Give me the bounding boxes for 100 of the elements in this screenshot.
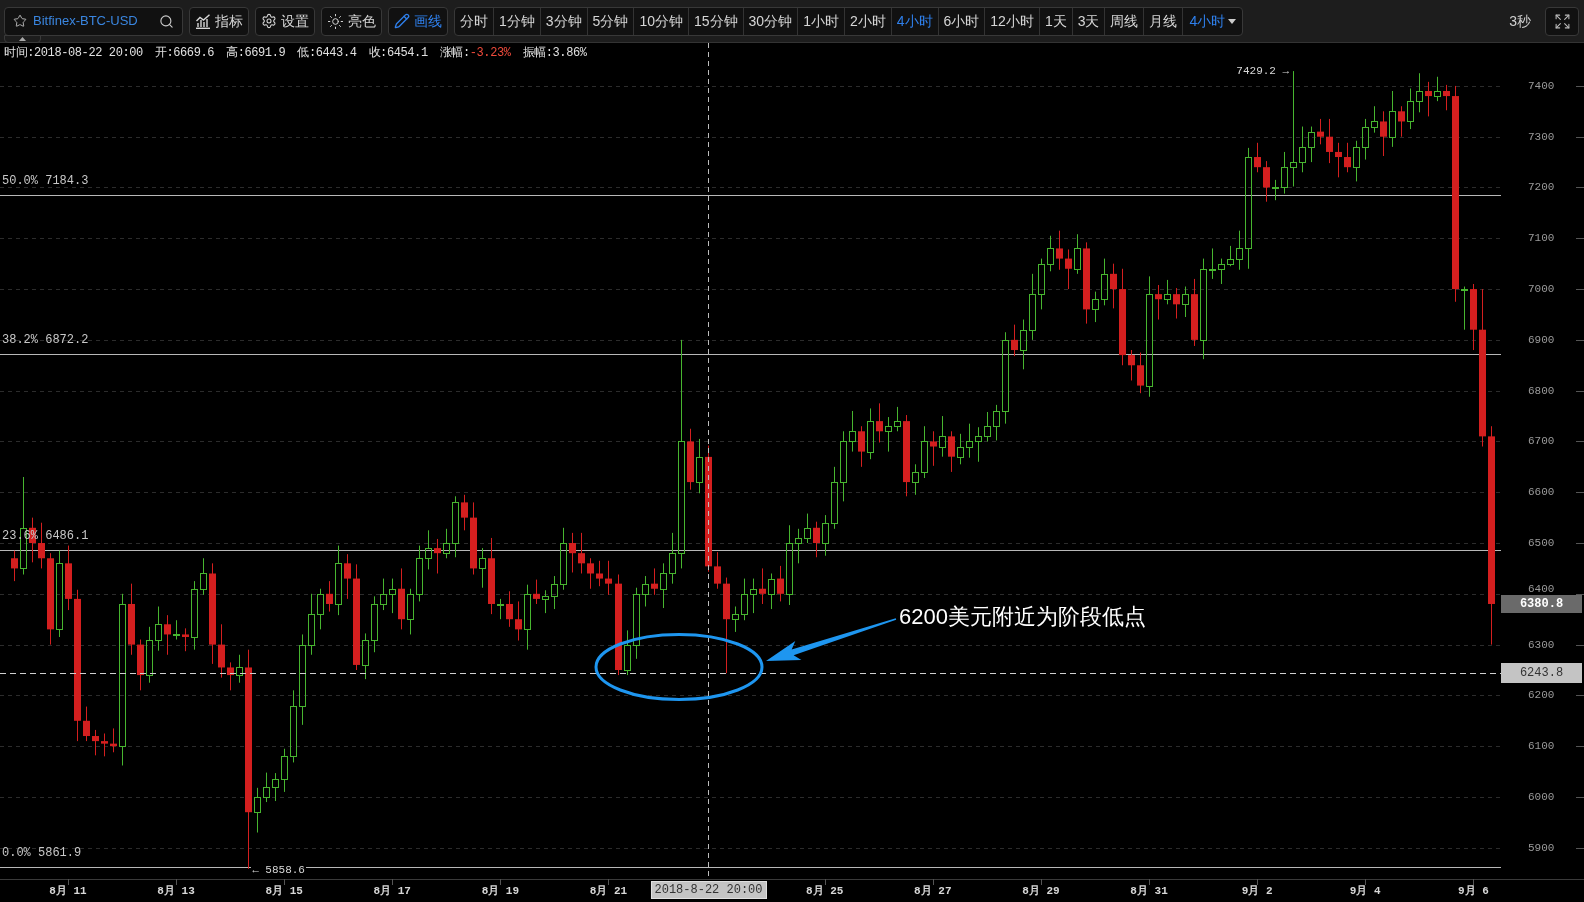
candlestick xyxy=(1011,324,1018,357)
price-axis-label: 6000 xyxy=(1528,790,1555,803)
ohlc-value: 2018-08-22 20:00 xyxy=(34,46,143,60)
period-tab[interactable]: 1分钟 xyxy=(493,7,540,35)
candlestick xyxy=(1200,258,1207,360)
ohlc-value: 3.86% xyxy=(552,46,587,60)
price-axis-label: 6400 xyxy=(1528,582,1555,595)
period-dropdown[interactable]: 4小时 xyxy=(1182,7,1243,35)
period-tab[interactable]: 1小时 xyxy=(797,7,844,35)
candlestick xyxy=(930,430,937,467)
period-tab[interactable]: 5分钟 xyxy=(586,7,634,35)
candlestick xyxy=(1110,263,1117,309)
candlestick xyxy=(146,626,153,684)
expand-icon xyxy=(1553,12,1571,30)
candlestick xyxy=(1065,248,1072,290)
period-tab[interactable]: 4小时 xyxy=(890,7,938,35)
candlestick xyxy=(1074,233,1081,275)
candlestick xyxy=(912,463,919,496)
candlestick xyxy=(227,661,234,691)
date-axis-label: 8月 21 xyxy=(589,884,628,898)
candlestick xyxy=(551,575,558,610)
candlestick xyxy=(1389,90,1396,148)
price-axis-label: 6300 xyxy=(1528,638,1555,651)
candlestick xyxy=(1029,273,1036,341)
candlestick xyxy=(326,580,333,613)
candlestick xyxy=(795,528,802,564)
price-axis-label: 6100 xyxy=(1528,740,1555,753)
caret-down-icon xyxy=(1228,18,1237,24)
candlestick xyxy=(218,623,225,679)
candlestick xyxy=(660,562,667,609)
candlestick xyxy=(1146,275,1153,398)
candlestick xyxy=(308,593,315,656)
period-tab[interactable]: 分时 xyxy=(455,7,493,35)
candlestick xyxy=(506,590,513,628)
price-axis-label: 6600 xyxy=(1528,486,1555,499)
period-tab[interactable]: 月线 xyxy=(1143,7,1183,35)
price-axis-label: 7300 xyxy=(1528,130,1555,143)
period-tab[interactable]: 10分钟 xyxy=(633,7,688,35)
candlestick xyxy=(1155,284,1162,321)
period-tab[interactable]: 周线 xyxy=(1104,7,1144,35)
collapse-tab[interactable] xyxy=(4,35,41,43)
date-axis-label: 8月 29 xyxy=(1022,884,1060,898)
candlestick xyxy=(1335,142,1342,178)
fullscreen-button[interactable] xyxy=(1545,6,1579,36)
search-icon[interactable] xyxy=(159,13,174,29)
period-tab[interactable]: 30分钟 xyxy=(742,7,798,35)
last-price-tag: 6380.8 xyxy=(1501,594,1582,613)
candlestick xyxy=(813,521,820,558)
date-axis-label: 8月 25 xyxy=(806,884,844,898)
theme-button[interactable]: 亮色 xyxy=(321,6,382,36)
candlestick xyxy=(768,573,775,610)
symbol-search-field[interactable]: Bitfinex-BTC-USD xyxy=(4,6,183,36)
candlestick xyxy=(272,772,279,802)
period-tab[interactable]: 3天 xyxy=(1071,7,1105,35)
period-tab[interactable]: 2小时 xyxy=(843,7,891,35)
candlestick xyxy=(200,557,207,596)
candlestick xyxy=(596,560,603,587)
candlestick xyxy=(299,633,306,726)
period-tab[interactable]: 6小时 xyxy=(937,7,985,35)
sun-icon xyxy=(327,12,344,30)
candlestick xyxy=(975,426,982,463)
candlestick xyxy=(38,522,45,569)
candlestick xyxy=(1416,72,1423,113)
ohlc-label: 涨幅: xyxy=(439,46,470,60)
period-tab[interactable]: 3分钟 xyxy=(539,7,587,35)
candlestick xyxy=(155,606,162,652)
candlestick xyxy=(1254,142,1261,173)
candlestick xyxy=(1425,81,1432,117)
date-axis-label: 8月 19 xyxy=(481,884,520,898)
draw-button[interactable]: 画线 xyxy=(388,6,448,36)
candlestick xyxy=(750,578,757,614)
candlestick xyxy=(831,466,838,530)
price-axis-label: 5900 xyxy=(1528,841,1555,854)
ohlc-value: 6691.9 xyxy=(244,46,286,60)
fib-level-label: 38.2% 6872.2 xyxy=(1,333,90,347)
pencil-icon xyxy=(394,13,410,29)
candlestick xyxy=(1002,331,1009,425)
fib-level-label: 0.0% 5861.9 xyxy=(1,846,83,861)
candlestick xyxy=(678,339,685,569)
price-axis-label: 6800 xyxy=(1528,384,1555,397)
candlestick xyxy=(254,787,261,834)
candlestick xyxy=(786,524,793,606)
candlestick xyxy=(371,595,378,653)
indicators-button[interactable]: 指标 xyxy=(189,6,249,36)
candlestick xyxy=(1443,84,1450,111)
candlestick xyxy=(1344,142,1351,173)
candlestick xyxy=(452,495,459,558)
date-axis-label: 8月 31 xyxy=(1130,884,1168,898)
candlestick xyxy=(1137,352,1144,394)
period-tab[interactable]: 15分钟 xyxy=(687,7,743,35)
settings-button[interactable]: 设置 xyxy=(255,6,315,36)
candlestick xyxy=(164,614,171,656)
period-tab[interactable]: 1天 xyxy=(1038,7,1072,35)
bar-chart-icon xyxy=(195,13,211,29)
star-icon[interactable] xyxy=(13,14,27,28)
candlestick xyxy=(714,551,721,590)
candlestick xyxy=(1245,147,1252,270)
period-tab[interactable]: 12小时 xyxy=(984,7,1039,35)
candlestick xyxy=(849,410,856,453)
candlestick xyxy=(83,706,90,742)
